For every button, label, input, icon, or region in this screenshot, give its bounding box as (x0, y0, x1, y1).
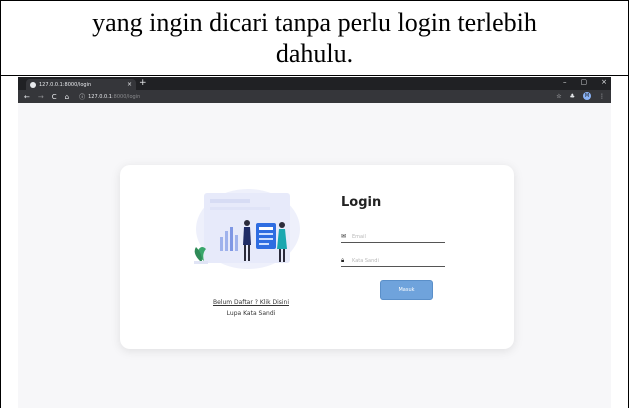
login-title: Login (341, 195, 382, 210)
info-icon[interactable]: ⓘ (79, 92, 85, 101)
login-card: Belum Daftar ? Klik Disini Lupa Kata San… (120, 165, 514, 349)
tab-bar: 127.0.0.1:8000/login × + – ▢ × (18, 77, 611, 90)
login-illustration (194, 189, 300, 269)
forward-arrow-icon[interactable]: → (38, 93, 44, 101)
browser-window: 127.0.0.1:8000/login × + – ▢ × ← → C ⌂ ⓘ… (18, 77, 611, 408)
window-controls: – ▢ × (563, 78, 607, 86)
document-caption: yang ingin dicari tanpa perlu login terl… (1, 1, 628, 76)
minimize-icon[interactable]: – (563, 78, 567, 86)
caption-line-1: yang ingin dicari tanpa perlu login terl… (92, 8, 537, 37)
favicon-icon (30, 81, 36, 88)
tab-close-icon[interactable]: × (127, 81, 132, 88)
star-icon[interactable]: ☆ (556, 93, 561, 100)
profile-avatar[interactable]: M (583, 92, 591, 100)
close-window-icon[interactable]: × (601, 78, 607, 86)
menu-dots-icon[interactable]: ⋮ (599, 93, 605, 100)
reload-icon[interactable]: C (52, 93, 57, 101)
url-path: :8000/login (111, 93, 141, 100)
login-button[interactable]: Masuk (380, 280, 433, 300)
auth-links: Belum Daftar ? Klik Disini Lupa Kata San… (206, 299, 296, 317)
tab-login[interactable]: 127.0.0.1:8000/login × (26, 79, 136, 90)
back-arrow-icon[interactable]: ← (24, 93, 30, 101)
new-tab-button[interactable]: + (139, 78, 147, 88)
maximize-icon[interactable]: ▢ (581, 78, 588, 86)
forgot-password-link[interactable]: Lupa Kata Sandi (206, 310, 296, 317)
mail-icon: ✉ (341, 233, 347, 240)
register-link[interactable]: Belum Daftar ? Klik Disini (206, 299, 296, 306)
email-input[interactable] (352, 233, 438, 240)
address-bar[interactable]: ⓘ 127.0.0.1:8000/login (79, 92, 140, 102)
lock-icon: 🔒︎ (341, 256, 345, 264)
password-input[interactable] (352, 257, 438, 264)
password-field[interactable]: 🔒︎ (341, 255, 445, 267)
url-host: 127.0.0.1 (88, 93, 112, 100)
tab-title: 127.0.0.1:8000/login (39, 81, 92, 88)
extension-icon[interactable]: ♣ (570, 93, 575, 100)
caption-line-2: dahulu. (275, 39, 354, 68)
browser-toolbar: ← → C ⌂ ⓘ 127.0.0.1:8000/login ☆ ♣ M ⋮ (18, 90, 611, 103)
home-icon[interactable]: ⌂ (65, 93, 69, 101)
url-text: 127.0.0.1:8000/login (88, 94, 140, 100)
email-field[interactable]: ✉ (341, 231, 445, 243)
toolbar-actions: ☆ ♣ M ⋮ (556, 92, 605, 100)
